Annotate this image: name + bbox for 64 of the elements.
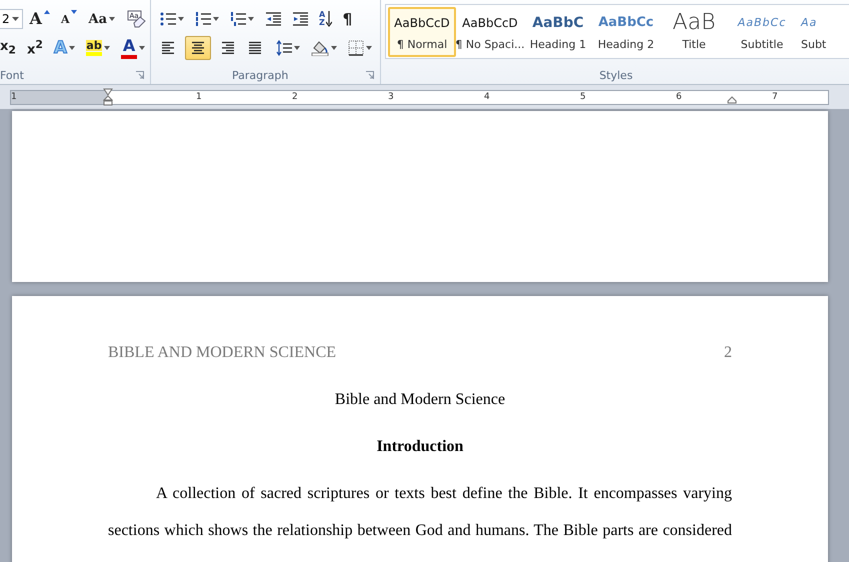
bulleted-list-icon <box>160 11 176 27</box>
caret-icon <box>366 46 372 50</box>
align-center-button[interactable] <box>185 36 211 60</box>
style-item[interactable]: AaB Title <box>660 7 728 57</box>
decrease-indent-icon <box>265 11 281 27</box>
ruler-number: 5 <box>580 90 586 104</box>
dialog-launcher-icon[interactable] <box>136 71 144 79</box>
group-label: Styles <box>599 68 633 82</box>
style-item[interactable]: AaBbCc Heading 2 <box>592 7 660 57</box>
down-triangle-icon <box>71 10 78 14</box>
caret-icon <box>69 46 76 50</box>
style-item[interactable]: AaBbC Heading 1 <box>524 7 592 57</box>
indent-marker-icon[interactable] <box>103 88 113 106</box>
style-item[interactable]: AaBbCcD ¶ Normal <box>388 7 456 57</box>
align-left-icon <box>161 41 177 55</box>
superscript-button[interactable]: x$^{2}$ <box>22 36 47 60</box>
highlight-button[interactable]: ab <box>82 36 114 60</box>
caret-icon <box>104 46 110 50</box>
style-item[interactable]: Aa Subt <box>796 7 828 57</box>
ruler-number: 3 <box>388 90 394 104</box>
caret-icon <box>109 17 115 21</box>
section-heading: Introduction <box>376 438 464 456</box>
grow-font-button[interactable]: A <box>26 7 54 31</box>
ruler-number: 1 <box>196 90 202 104</box>
align-justify-icon <box>248 41 264 55</box>
show-marks-button[interactable]: ¶ <box>338 7 356 31</box>
ruler-number: 4 <box>484 90 490 104</box>
down-arrow-icon <box>326 11 332 27</box>
group-label: Font <box>0 68 24 82</box>
caret-icon <box>213 17 219 21</box>
body-paragraph: A collection of sacred scriptures or texts best define the Bible. It encompasses varying sections which shows the relationship between God and humans. The Bible parts are considered <box>108 484 732 541</box>
caret-icon <box>331 46 337 50</box>
caret-icon <box>294 46 300 50</box>
ruler-number: 1 <box>11 90 17 104</box>
style-item[interactable]: AaBbCcD ¶ No Spaci... <box>456 7 524 57</box>
font-color-button[interactable]: A <box>117 36 150 60</box>
ruler-number: 2 <box>292 90 298 104</box>
caret-icon <box>139 46 146 50</box>
paint-bucket-icon <box>311 40 329 56</box>
right-indent-marker-icon[interactable] <box>727 96 737 104</box>
style-item[interactable]: AaBbCc Subtitle <box>728 7 796 57</box>
align-center-icon <box>190 41 206 55</box>
borders-icon <box>348 40 364 56</box>
increase-indent-icon <box>292 11 308 27</box>
sort-button[interactable]: AZ <box>315 7 336 31</box>
font-size-field[interactable]: 2 <box>0 9 23 29</box>
dialog-launcher-icon[interactable] <box>366 71 374 79</box>
align-right-icon <box>219 41 235 55</box>
line-spacing-icon <box>276 40 292 56</box>
ruler-number: 6 <box>676 90 682 104</box>
subscript-button[interactable]: x$_{2}$ <box>0 36 20 60</box>
shrink-font-button[interactable]: A <box>56 7 82 31</box>
running-header: BIBLE AND MODERN SCIENCE <box>108 344 336 362</box>
numbered-list-icon <box>195 11 211 27</box>
ruler-number: 7 <box>772 90 778 104</box>
caret-icon <box>178 17 184 21</box>
group-label: Paragraph <box>232 68 288 82</box>
page-number: 2 <box>724 344 732 362</box>
numbered-list-icon <box>230 11 246 27</box>
document-title: Bible and Modern Science <box>334 391 506 409</box>
up-triangle-icon <box>44 10 50 14</box>
caret-icon <box>248 17 254 21</box>
caret-icon <box>12 17 19 21</box>
change-case-button[interactable]: Aa <box>84 7 119 31</box>
